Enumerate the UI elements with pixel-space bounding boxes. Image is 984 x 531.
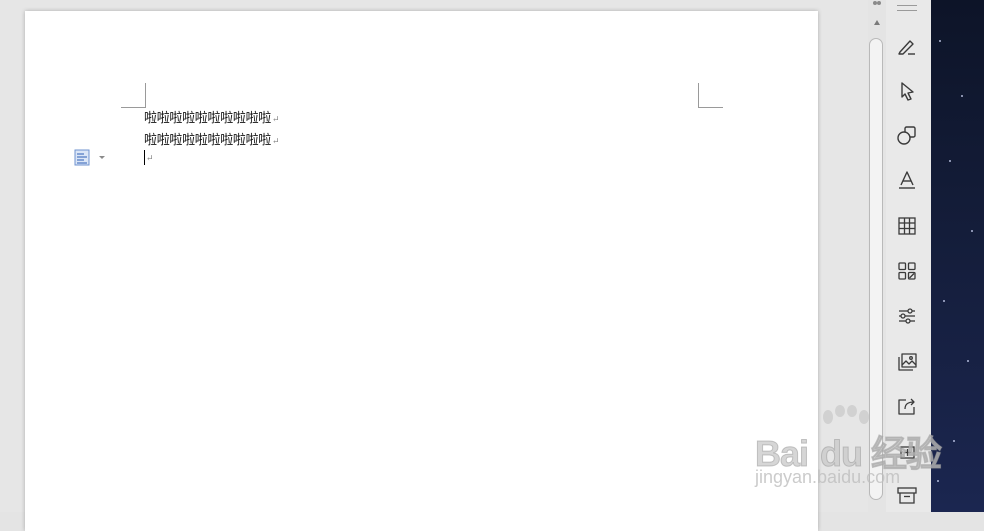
apps-icon[interactable]	[894, 258, 920, 284]
table-icon[interactable]	[894, 213, 920, 239]
paragraph-line[interactable]: 啦啦啦啦啦啦啦啦啦啦↵	[144, 129, 280, 148]
split-handle-icon[interactable]	[872, 0, 882, 8]
paragraph-mark: ↵	[272, 115, 280, 125]
document-canvas[interactable]: 啦啦啦啦啦啦啦啦啦啦↵ 啦啦啦啦啦啦啦啦啦啦↵ ↵	[0, 0, 868, 531]
select-pointer-icon[interactable]	[894, 78, 920, 104]
paragraph-text: 啦啦啦啦啦啦啦啦啦啦	[144, 133, 272, 148]
share-icon[interactable]	[894, 393, 920, 419]
text-cursor	[144, 150, 145, 165]
paragraph-layout-icon[interactable]	[74, 148, 108, 168]
text-style-icon[interactable]	[894, 167, 920, 193]
paragraph-line-empty[interactable]: ↵	[144, 150, 154, 165]
paragraph-line[interactable]: 啦啦啦啦啦啦啦啦啦啦↵	[144, 107, 280, 126]
watermark-url: jingyan.baidu.com	[755, 467, 901, 487]
toolbar-grip[interactable]	[897, 5, 917, 11]
shapes-icon[interactable]	[894, 122, 920, 148]
paw-logo-icon	[823, 405, 869, 424]
document-page[interactable]: 啦啦啦啦啦啦啦啦啦啦↵ 啦啦啦啦啦啦啦啦啦啦↵ ↵	[25, 11, 818, 531]
margin-corner-top-right	[698, 83, 723, 108]
margin-corner-top-left	[121, 83, 146, 108]
picture-icon[interactable]	[894, 349, 920, 375]
adjust-icon[interactable]	[894, 303, 920, 329]
paragraph-text: 啦啦啦啦啦啦啦啦啦啦	[144, 111, 272, 126]
paragraph-mark: ↵	[146, 154, 154, 164]
paragraph-mark: ↵	[272, 137, 280, 147]
scroll-up-arrow[interactable]	[874, 20, 880, 25]
pen-icon[interactable]	[894, 33, 920, 59]
